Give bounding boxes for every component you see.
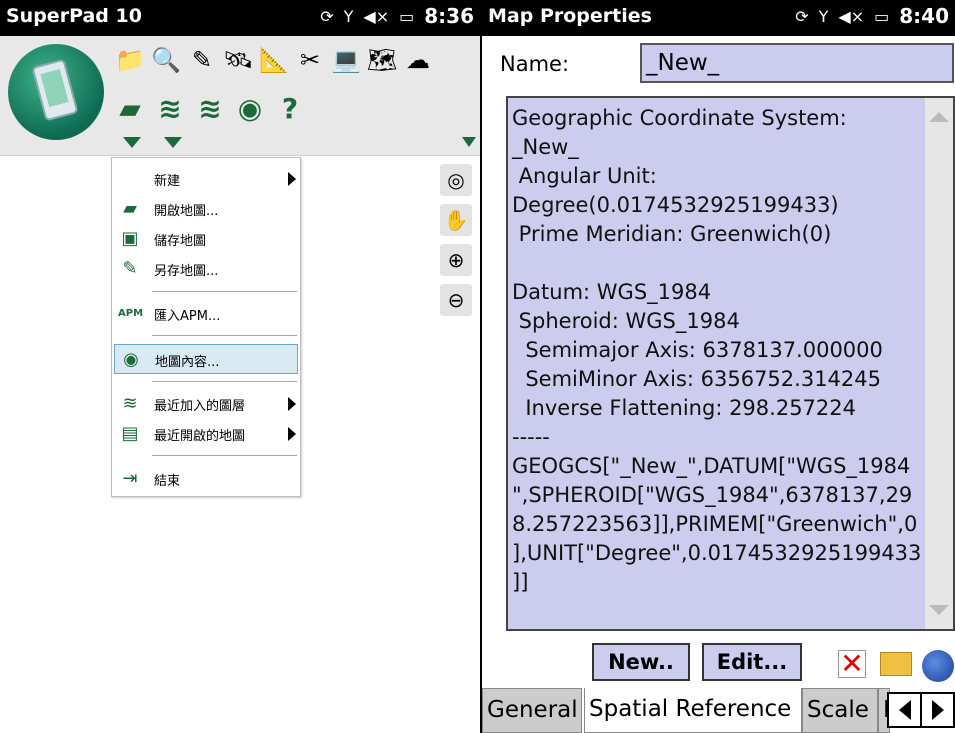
zoom-out-icon[interactable]: ⊖	[440, 284, 472, 316]
folder-icon[interactable]: 📁	[112, 38, 148, 82]
edit-button[interactable]: Edit...	[702, 643, 802, 681]
name-field[interactable]: _New_	[640, 43, 954, 83]
menu-item-save-map[interactable]: ▣ 儲存地圖	[114, 224, 298, 254]
add-layer-icon[interactable]: ≋	[152, 86, 188, 130]
speaker-muted-icon: ◀×	[363, 6, 390, 26]
measure-icon[interactable]: 📐	[256, 38, 292, 82]
window-title: Map Properties	[488, 5, 652, 27]
menu-item-save-as[interactable]: ✎ 另存地圖...	[114, 254, 298, 284]
signal-icon: Y	[343, 6, 354, 26]
app-logo[interactable]	[8, 44, 104, 140]
battery-icon: ▭	[874, 6, 890, 26]
laptop-icon[interactable]: 💻	[328, 38, 364, 82]
folder-icon[interactable]	[880, 652, 912, 676]
tab-scale[interactable]: Scale	[802, 688, 878, 733]
save-as-icon: ✎	[122, 258, 138, 279]
scroll-up-icon[interactable]	[929, 112, 949, 122]
menu-separator	[152, 291, 297, 292]
phone-logo-icon	[31, 58, 79, 122]
tab-right-arrow-icon[interactable]	[920, 694, 953, 726]
recent-layers-icon: ≋	[122, 393, 138, 414]
tab-spatial-reference[interactable]: Spatial Reference	[584, 688, 802, 733]
satellite-icon[interactable]: 🛰	[220, 38, 256, 82]
menu-item-new[interactable]: 新建	[114, 164, 298, 194]
magnifier-icon[interactable]: 🔍	[148, 38, 184, 82]
sync-icon: ⟳	[795, 6, 809, 26]
dropdown-arrow-icon[interactable]	[164, 137, 182, 148]
tab-scroll-arrows	[887, 692, 955, 728]
status-bar: Map Properties ⟳ Y ◀× ▭ 8:40	[482, 0, 955, 36]
speaker-muted-icon: ◀×	[838, 6, 865, 26]
menu-item-import-apm[interactable]: APM 匯入APM...	[114, 299, 298, 329]
save-icon: ▣	[121, 228, 139, 249]
menu-item-recent-layers[interactable]: ≋ 最近加入的圖層	[114, 389, 298, 419]
dropdown-arrow-icon[interactable]	[123, 137, 141, 148]
clock: 8:40	[899, 4, 949, 28]
status-bar: SuperPad 10 ⟳ Y ◀× ▭ 8:36	[0, 0, 480, 36]
open-folder-icon: ▰	[123, 198, 137, 219]
open-map-icon[interactable]: ▰	[112, 86, 148, 130]
help-icon[interactable]: ?	[272, 86, 308, 130]
menu-separator	[152, 455, 297, 456]
file-menu: 新建 ▰ 開啟地圖... ▣ 儲存地圖 ✎ 另存地圖... APM 匯入APM.…	[111, 157, 301, 497]
cloud-lock-icon[interactable]: ☁	[400, 38, 436, 82]
superpad-pane: SuperPad 10 ⟳ Y ◀× ▭ 8:36 📁 🔍 ✎ 🛰 📐 ✂ 💻 …	[0, 0, 480, 733]
menu-separator	[152, 335, 297, 336]
clock: 8:36	[424, 4, 474, 28]
submenu-arrow-icon	[288, 172, 296, 186]
exit-icon: ⇥	[122, 468, 138, 489]
map-view-icon[interactable]: 🗺	[364, 38, 400, 82]
scroll-down-icon[interactable]	[929, 605, 949, 615]
layer-properties-icon[interactable]: ≋	[192, 86, 228, 130]
pan-hand-icon[interactable]: ✋	[440, 204, 472, 236]
app-title: SuperPad 10	[6, 5, 142, 27]
coordinate-system-textarea[interactable]: Geographic Coordinate System: _New_ Angu…	[506, 96, 955, 631]
toolbar-expand-icon[interactable]	[462, 137, 476, 147]
apm-import-icon: APM	[118, 308, 144, 319]
globe-save-icon[interactable]: ◉	[232, 86, 268, 130]
delete-icon[interactable]: ✕	[838, 650, 866, 678]
recent-maps-icon: ▤	[121, 423, 139, 444]
menu-separator	[152, 381, 297, 382]
sync-icon: ⟳	[320, 6, 334, 26]
menu-item-open-map[interactable]: ▰ 開啟地圖...	[114, 194, 298, 224]
submenu-arrow-icon	[288, 397, 296, 411]
main-toolbar: 📁 🔍 ✎ 🛰 📐 ✂ 💻 🗺 ☁ ▰ ≋ ≋ ◉ ?	[0, 36, 480, 156]
tab-left-arrow-icon[interactable]	[889, 694, 920, 726]
tab-general[interactable]: General	[482, 688, 582, 733]
zoom-in-icon[interactable]: ⊕	[440, 244, 472, 276]
coordinate-system-text: Geographic Coordinate System: _New_ Angu…	[512, 106, 922, 594]
submenu-arrow-icon	[288, 427, 296, 441]
gps-locate-icon[interactable]: ◎	[440, 164, 472, 196]
new-button[interactable]: New..	[592, 643, 690, 681]
menu-item-exit[interactable]: ⇥ 結束	[114, 464, 298, 494]
globe-icon[interactable]	[922, 650, 954, 682]
battery-icon: ▭	[399, 6, 415, 26]
signal-icon: Y	[818, 6, 829, 26]
map-properties-icon: ◉	[123, 349, 139, 370]
name-label: Name:	[500, 52, 570, 76]
menu-item-recent-maps[interactable]: ▤ 最近開啟的地圖	[114, 419, 298, 449]
tools-icon[interactable]: ✂	[292, 38, 328, 82]
menu-item-map-properties[interactable]: ◉ 地圖內容...	[114, 344, 298, 374]
map-properties-pane: Map Properties ⟳ Y ◀× ▭ 8:40 Name: _New_…	[482, 0, 955, 733]
tab-bar: General Spatial Reference Scale I	[482, 688, 955, 733]
pen-icon[interactable]: ✎	[184, 38, 220, 82]
textarea-scrollbar[interactable]	[925, 98, 953, 629]
